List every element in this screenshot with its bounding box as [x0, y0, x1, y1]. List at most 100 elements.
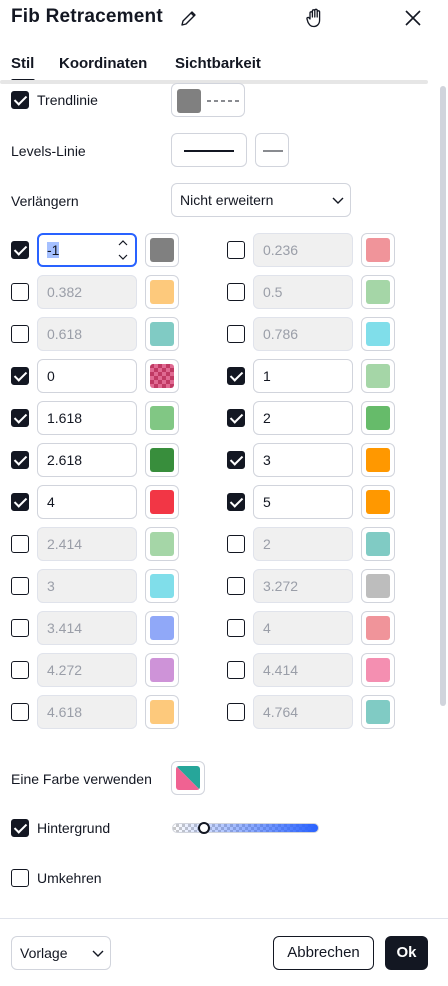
level-value-input[interactable]: 0.236 — [253, 233, 353, 267]
level-color-button[interactable] — [145, 233, 179, 267]
level-color-button[interactable] — [361, 401, 395, 435]
tab-koordinaten[interactable]: Koordinaten — [59, 55, 147, 72]
level-value-input[interactable]: 0.618 — [37, 317, 137, 351]
level-value-input[interactable]: 0.5 — [253, 275, 353, 309]
level-value: 3.272 — [263, 578, 299, 594]
level-color-button[interactable] — [361, 317, 395, 351]
level-color-swatch — [150, 532, 174, 556]
one-color-button[interactable] — [171, 761, 205, 795]
levels-line-width-button[interactable] — [255, 133, 289, 167]
level-value-input[interactable]: 4 — [37, 485, 137, 519]
level-value-input[interactable]: 0.786 — [253, 317, 353, 351]
extend-select[interactable]: Nicht erweitern — [171, 183, 351, 217]
level-value-input[interactable]: 2 — [253, 527, 353, 561]
level-value-input[interactable]: 4.272 — [37, 653, 137, 687]
level-checkbox[interactable] — [11, 535, 29, 553]
level-color-button[interactable] — [361, 527, 395, 561]
level-value-input[interactable]: 3 — [253, 443, 353, 477]
level-value-input[interactable]: 0 — [37, 359, 137, 393]
level-checkbox[interactable] — [227, 661, 245, 679]
level-checkbox[interactable] — [11, 661, 29, 679]
level-checkbox[interactable] — [11, 451, 29, 469]
level-color-button[interactable] — [145, 485, 179, 519]
level-color-button[interactable] — [145, 695, 179, 729]
level-checkbox[interactable] — [227, 535, 245, 553]
level-value-input[interactable]: 1 — [253, 359, 353, 393]
level-checkbox[interactable] — [11, 619, 29, 637]
level-checkbox[interactable] — [227, 577, 245, 595]
trendline-checkbox[interactable] — [11, 91, 29, 109]
levels-line-style-button[interactable] — [171, 133, 247, 167]
level-checkbox[interactable] — [11, 367, 29, 385]
pencil-icon[interactable] — [179, 8, 199, 28]
background-opacity-handle[interactable] — [198, 822, 210, 834]
level-color-swatch — [366, 490, 390, 514]
tab-stil[interactable]: Stil — [11, 55, 34, 72]
level-color-button[interactable] — [361, 359, 395, 393]
level-color-button[interactable] — [361, 695, 395, 729]
level-color-button[interactable] — [361, 611, 395, 645]
level-value: 0.382 — [47, 284, 83, 300]
level-value-input[interactable]: 4.414 — [253, 653, 353, 687]
level-checkbox[interactable] — [227, 703, 245, 721]
level-value-input[interactable]: 4.764 — [253, 695, 353, 729]
level-checkbox[interactable] — [227, 283, 245, 301]
background-checkbox[interactable] — [11, 819, 29, 837]
close-icon[interactable] — [402, 7, 424, 29]
level-checkbox[interactable] — [11, 283, 29, 301]
ok-button[interactable]: Ok — [385, 936, 428, 970]
level-value-input[interactable]: 2.618 — [37, 443, 137, 477]
tab-sichtbarkeit[interactable]: Sichtbarkeit — [175, 55, 261, 72]
level-checkbox[interactable] — [227, 451, 245, 469]
level-color-button[interactable] — [361, 485, 395, 519]
level-value-input[interactable]: 4 — [253, 611, 353, 645]
level-color-button[interactable] — [145, 569, 179, 603]
level-checkbox[interactable] — [227, 409, 245, 427]
level-color-button[interactable] — [361, 443, 395, 477]
level-color-button[interactable] — [361, 653, 395, 687]
level-color-button[interactable] — [361, 233, 395, 267]
level-value-input[interactable]: 3.414 — [37, 611, 137, 645]
level-value-input[interactable]: 5 — [253, 485, 353, 519]
level-value-input[interactable]: -1 — [37, 233, 137, 267]
level-value-input[interactable]: 3 — [37, 569, 137, 603]
level-color-button[interactable] — [145, 653, 179, 687]
level-color-button[interactable] — [145, 527, 179, 561]
hand-icon[interactable] — [303, 6, 327, 30]
template-select[interactable]: Vorlage — [11, 936, 111, 970]
level-checkbox[interactable] — [11, 241, 29, 259]
level-checkbox[interactable] — [227, 241, 245, 259]
level-checkbox[interactable] — [11, 409, 29, 427]
level-color-button[interactable] — [145, 611, 179, 645]
cancel-button[interactable]: Abbrechen — [273, 936, 374, 970]
level-value-input[interactable]: 4.618 — [37, 695, 137, 729]
level-color-button[interactable] — [145, 275, 179, 309]
level-value-input[interactable]: 3.272 — [253, 569, 353, 603]
level-value-input[interactable]: 2 — [253, 401, 353, 435]
level-checkbox[interactable] — [11, 493, 29, 511]
level-checkbox[interactable] — [11, 703, 29, 721]
level-color-button[interactable] — [145, 359, 179, 393]
level-checkbox[interactable] — [11, 577, 29, 595]
level-checkbox[interactable] — [227, 619, 245, 637]
level-color-button[interactable] — [361, 275, 395, 309]
background-opacity-slider[interactable] — [172, 823, 319, 833]
reverse-checkbox[interactable] — [11, 869, 29, 887]
level-checkbox[interactable] — [227, 367, 245, 385]
level-checkbox[interactable] — [227, 493, 245, 511]
level-value-input[interactable]: 0.382 — [37, 275, 137, 309]
level-color-button[interactable] — [361, 569, 395, 603]
level-value-input[interactable]: 2.414 — [37, 527, 137, 561]
level-color-button[interactable] — [145, 401, 179, 435]
level-value: 5 — [263, 494, 271, 510]
level-value-input[interactable]: 1.618 — [37, 401, 137, 435]
level-color-swatch — [150, 616, 174, 640]
trendline-style-button[interactable] — [171, 83, 245, 117]
level-checkbox[interactable] — [227, 325, 245, 343]
scrollbar[interactable] — [440, 86, 446, 706]
level-checkbox[interactable] — [11, 325, 29, 343]
level-value: 4.414 — [263, 662, 299, 678]
level-color-button[interactable] — [145, 443, 179, 477]
stepper-icon[interactable] — [117, 237, 129, 263]
level-color-button[interactable] — [145, 317, 179, 351]
